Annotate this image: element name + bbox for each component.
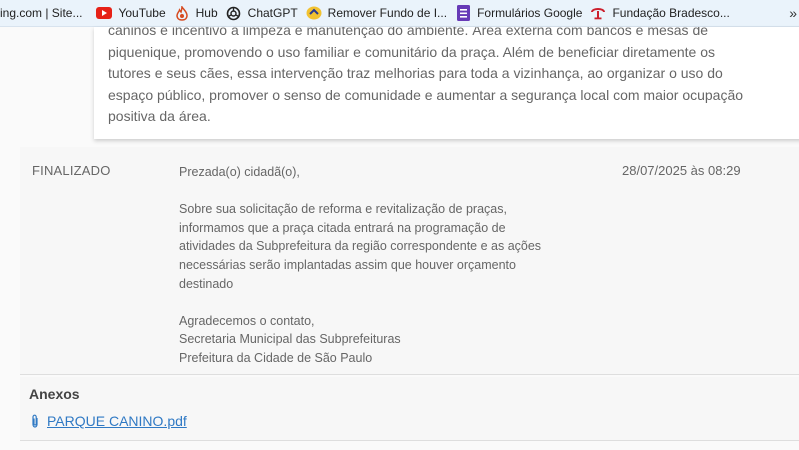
description-line: caninos e incentivo à limpeza e manutenç… [108,27,709,38]
bookmark-bradesco[interactable]: Fundação Bradesco... [590,0,737,26]
message-line: necessárias serão implantadas assim que … [179,257,516,272]
flame-icon [174,5,190,21]
attachment-link[interactable]: PARQUE CANINO.pdf [30,413,187,429]
bookmark-hub[interactable]: Hub [174,0,226,26]
message-line: informamos que a praça citada entrará na… [179,220,506,235]
attachments-title: Anexos [29,386,80,402]
bookmark-chatgpt[interactable]: ChatGPT [226,0,306,26]
paperclip-icon [30,414,40,428]
bookmark-label: YouTube [118,6,166,20]
message-greeting: Prezada(o) cidadã(o), [179,165,300,179]
request-description: caninos e incentivo à limpeza e manutenç… [108,27,799,128]
google-forms-icon [455,5,471,21]
description-line: espaço público, promover o senso de comu… [108,86,744,103]
remove-bg-icon [306,5,322,21]
page-content: caninos e incentivo à limpeza e manutenç… [0,27,799,450]
attachment-filename: PARQUE CANINO.pdf [47,413,187,429]
description-line: piquenique, promovendo o uso familiar e … [108,43,716,60]
closing-line: Secretaria Municipal das Subprefeituras [179,332,401,347]
bookmark-label: Formulários Google [477,6,583,20]
bookmark-remove-bg[interactable]: Remover Fundo de I... [306,0,455,26]
attachments-section: Anexos PARQUE CANINO.pdf [20,377,799,441]
description-line: tutores e seus cães, essa intervenção tr… [108,65,723,81]
bookmark-google-forms[interactable]: Formulários Google [455,0,590,26]
bookmark-label: ing.com | Site... [0,6,83,20]
message-line: Sobre sua solicitação de reforma e revit… [179,202,507,217]
bookmark-youtube[interactable]: YouTube [96,0,173,26]
bradesco-icon [590,5,606,21]
description-line: positiva da área. [108,108,211,124]
response-message: Prezada(o) cidadã(o), Sobre sua solicita… [179,163,579,368]
chatgpt-icon [226,5,242,21]
bookmark-label: Fundação Bradesco... [612,6,730,20]
message-body: Sobre sua solicitação de reforma e revit… [179,200,579,293]
bookmark-label: Hub [195,6,218,20]
bookmark-label: ChatGPT [247,6,298,20]
request-description-card: caninos e incentivo à limpeza e manutenç… [94,27,799,139]
bookmarks-bar: ing.com | Site... YouTube Hub ChatGPT Re… [0,0,799,27]
response-row: FINALIZADO Prezada(o) cidadã(o), Sobre s… [20,147,799,375]
closing-line: Prefeitura da Cidade de São Paulo [179,350,373,365]
closing-line: Agradecemos o contato, [179,313,315,328]
response-date: 28/07/2025 às 08:29 [622,163,741,178]
message-line: destinado [179,276,234,291]
bookmark-label: Remover Fundo de I... [327,6,448,20]
message-line: atividades da Subprefeitura da região co… [179,239,542,254]
overflow-icon[interactable]: » [789,5,797,21]
bookmark-site[interactable]: ing.com | Site... [0,0,90,26]
status-label: FINALIZADO [32,163,111,178]
youtube-icon [96,5,113,21]
message-closing: Agradecemos o contato, Secretaria Munici… [179,312,579,368]
